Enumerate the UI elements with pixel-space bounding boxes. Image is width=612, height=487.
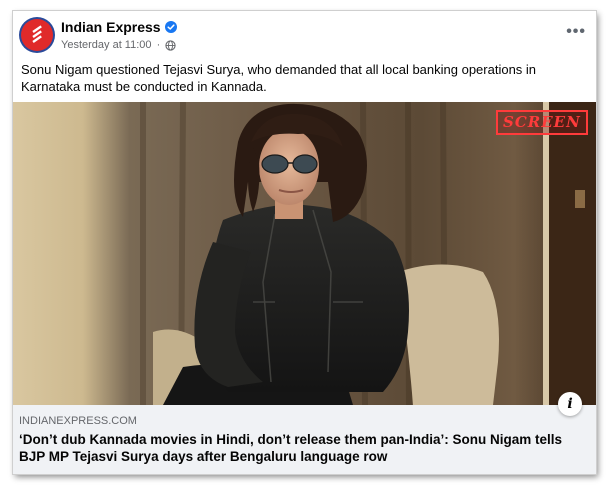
page-avatar[interactable] [21,19,53,51]
indian-express-logo-icon [32,25,42,44]
screen-watermark: SCREEN [496,110,588,135]
post-timestamp[interactable]: Yesterday at 11:00 [61,39,152,51]
facebook-post-card: Indian Express Yesterday at 11:00 · ••• … [13,11,596,474]
post-image[interactable]: SCREEN [13,102,596,405]
link-headline[interactable]: ‘Don’t dub Kannada movies in Hindi, don’… [19,431,579,465]
page-name-row: Indian Express [61,19,177,35]
globe-icon [165,39,176,51]
post-caption: Sonu Nigam questioned Tejasvi Surya, who… [21,62,537,94]
post-meta: Yesterday at 11:00 · [61,39,176,51]
post-photo-illustration [13,102,596,405]
verified-badge-icon [164,21,177,33]
link-domain: INDIANEXPRESS.COM [19,415,137,427]
meta-separator: · [153,39,164,51]
link-preview[interactable]: i INDIANEXPRESS.COM ‘Don’t dub Kannada m… [13,392,596,474]
info-icon[interactable]: i [558,392,582,416]
more-options-button[interactable]: ••• [566,24,586,40]
page-name-link[interactable]: Indian Express [61,19,161,35]
post-header: Indian Express Yesterday at 11:00 · ••• [13,11,596,59]
